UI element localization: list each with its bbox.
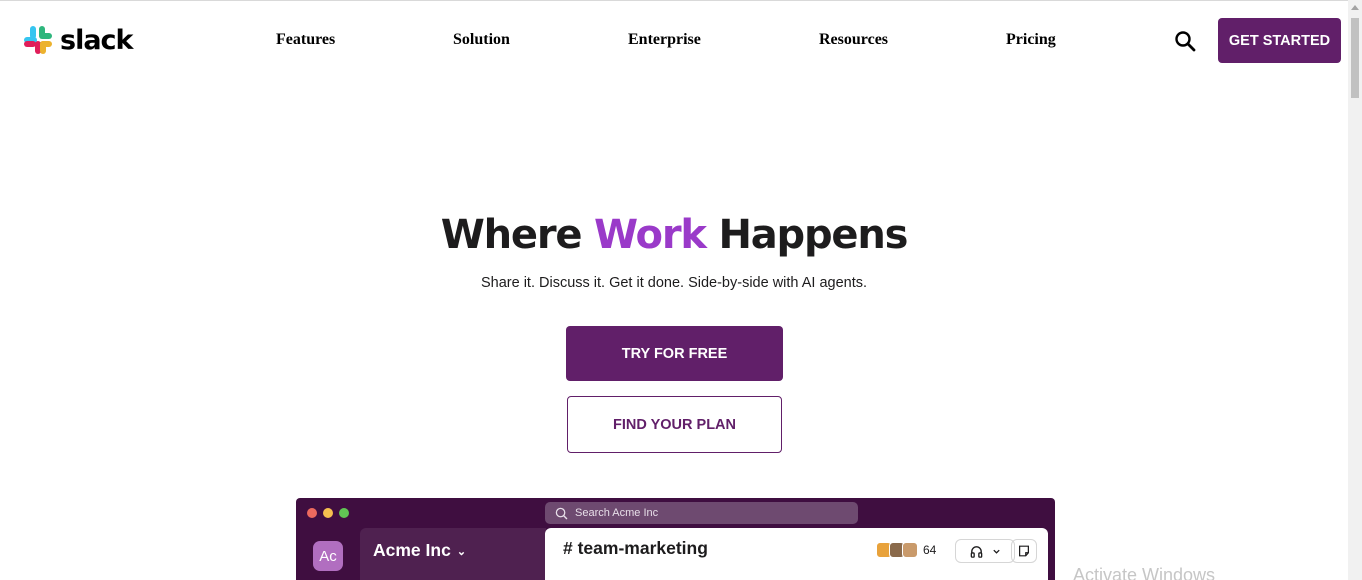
get-started-button[interactable]: GET STARTED [1218,18,1341,63]
scroll-up-arrow-icon[interactable] [1351,5,1359,10]
nav-solution[interactable]: Solution [453,31,510,49]
window-minimize-dot-icon [323,508,333,518]
nav-features[interactable]: Features [276,31,335,49]
app-search-bar: Search Acme Inc [545,502,858,524]
channel-name: # team-marketing [563,538,708,558]
nav-resources[interactable]: Resources [819,31,888,49]
member-count: 64 [923,543,937,557]
activate-windows-watermark: Activate Windows [1073,565,1216,580]
search-icon [1175,31,1196,52]
canvas-icon [1019,545,1029,557]
workspace-name: Acme Inc ⌄ [373,540,466,561]
scroll-thumb[interactable] [1351,18,1359,98]
app-search-placeholder: Search Acme Inc [575,507,659,519]
app-preview: Search Acme Inc Ac Acme Inc ⌄ # team-mar… [296,498,1055,580]
workspace-name-label: Acme Inc [373,540,451,560]
canvas-control [1011,539,1037,563]
chevron-down-icon [993,549,1000,554]
window-close-dot-icon [307,508,317,518]
workspace-avatar: Ac [313,541,343,571]
hero-subtitle: Share it. Discuss it. Get it done. Side-… [480,275,868,291]
hero-title-end: Happens [705,212,908,258]
search-button[interactable] [1173,29,1199,55]
member-avatar [902,542,918,558]
hero-title-accent: Work [594,212,707,258]
hero-title-start: Where [440,212,595,258]
channel-members: 64 [876,539,936,561]
site-header: slack Features Solution Enterprise Resou… [0,1,1348,77]
chevron-down-icon: ⌄ [456,546,467,558]
find-your-plan-button[interactable]: FIND YOUR PLAN [567,396,782,453]
nav-pricing[interactable]: Pricing [1006,31,1056,49]
try-for-free-button[interactable]: TRY FOR FREE [566,326,783,381]
channel-panel: # team-marketing 64 [545,528,1048,580]
hero-title: Where Work Happens [0,212,1348,258]
slack-logo-icon [24,26,52,54]
page-scrollbar[interactable] [1348,0,1362,580]
logo-wordmark: slack [60,24,134,56]
app-search-icon [555,507,568,519]
huddle-control [955,539,1015,563]
window-maximize-dot-icon [339,508,349,518]
nav-enterprise[interactable]: Enterprise [628,31,701,49]
headphones-icon [970,545,983,558]
slack-logo[interactable]: slack [22,23,134,57]
